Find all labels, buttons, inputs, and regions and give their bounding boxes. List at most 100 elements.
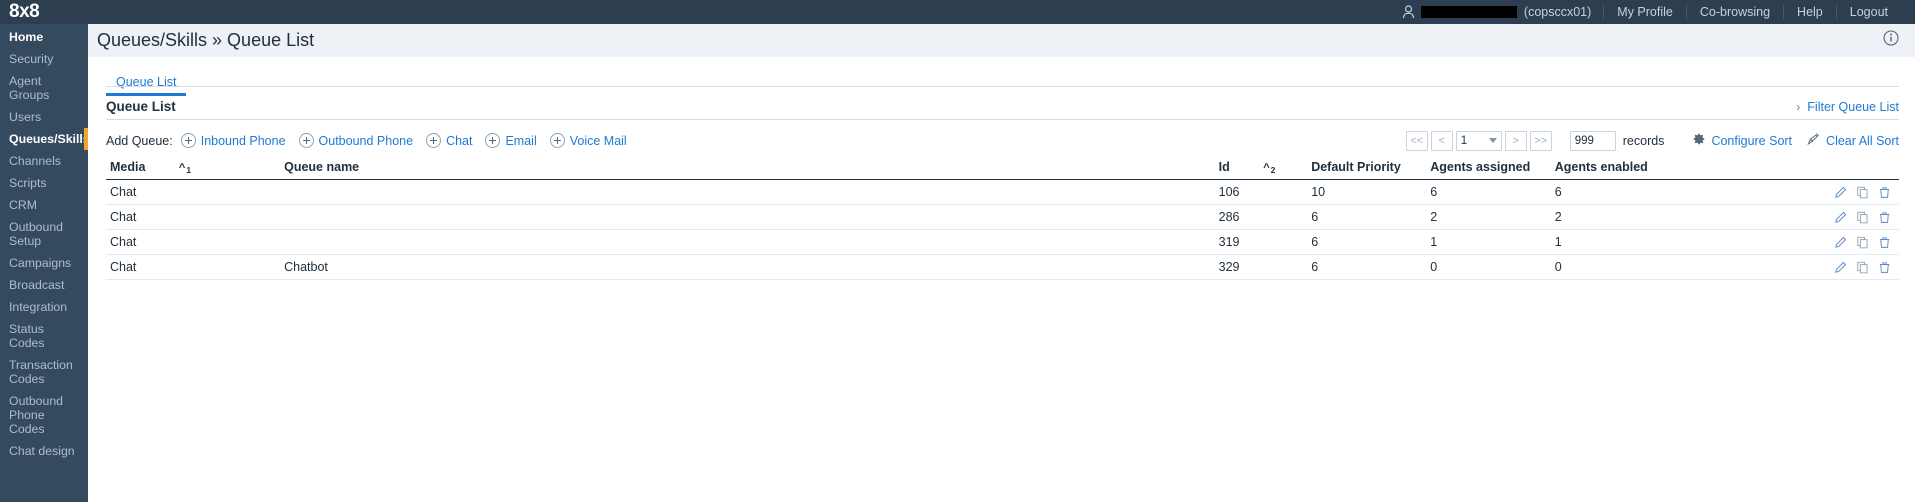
sidebar-item-integration[interactable]: Integration bbox=[0, 296, 88, 318]
plus-circle-icon bbox=[298, 133, 314, 148]
cell-media: Chat bbox=[106, 229, 281, 255]
configure-sort-button[interactable]: Configure Sort bbox=[1692, 132, 1792, 149]
add-inbound-phone-button[interactable]: Inbound Phone bbox=[180, 133, 286, 148]
filter-queue-list-link[interactable]: Filter Queue List bbox=[1807, 100, 1899, 114]
nav-my-profile[interactable]: My Profile bbox=[1604, 5, 1686, 19]
table-row[interactable]: Chat Chatbot 329 6 0 0 bbox=[106, 254, 1899, 280]
configure-sort-label: Configure Sort bbox=[1711, 133, 1793, 148]
delete-trash-icon[interactable] bbox=[1878, 236, 1891, 249]
column-header-agents-enabled[interactable]: Agents enabled bbox=[1550, 157, 1802, 180]
user-icon bbox=[1402, 5, 1415, 19]
cell-agents-enabled: 2 bbox=[1550, 204, 1802, 230]
sidebar-item-users[interactable]: Users bbox=[0, 106, 88, 128]
cell-media: Chat bbox=[106, 254, 281, 280]
copy-icon[interactable] bbox=[1856, 261, 1869, 274]
table-row[interactable]: Chat 286 6 2 2 bbox=[106, 204, 1899, 230]
records-count-input[interactable] bbox=[1569, 130, 1616, 151]
panel-header-actions: › Filter Queue List bbox=[1796, 100, 1899, 114]
gear-icon bbox=[1692, 132, 1706, 149]
user-account[interactable]: (copsccx01) bbox=[1402, 5, 1603, 19]
table-row[interactable]: Chat 106 10 6 6 bbox=[106, 179, 1899, 205]
add-voice-mail-button[interactable]: Voice Mail bbox=[549, 133, 627, 148]
plus-circle-icon bbox=[426, 133, 442, 148]
copy-icon[interactable] bbox=[1856, 186, 1869, 199]
chevron-down-icon bbox=[1488, 138, 1497, 143]
pagination-controls: << < 1 > >> records bbox=[1405, 130, 1899, 151]
sidebar-item-status-codes[interactable]: Status Codes bbox=[0, 318, 88, 354]
sidebar-item-broadcast[interactable]: Broadcast bbox=[0, 274, 88, 296]
sidebar-item-transaction-codes[interactable]: Transaction Codes bbox=[0, 354, 88, 390]
column-header-media[interactable]: Media ^1 bbox=[106, 157, 281, 180]
queue-list-panel: Queue List › Filter Queue List Add Queue… bbox=[106, 99, 1899, 280]
column-label-default-priority: Default Priority bbox=[1311, 160, 1401, 174]
panel-header: Queue List › Filter Queue List bbox=[106, 99, 1899, 120]
column-header-queue-name[interactable]: Queue name bbox=[280, 157, 1215, 180]
cell-actions bbox=[1801, 179, 1899, 205]
cell-id: 106 bbox=[1214, 179, 1308, 205]
pager-first-button[interactable]: << bbox=[1405, 130, 1428, 151]
column-header-actions bbox=[1801, 157, 1899, 180]
delete-trash-icon[interactable] bbox=[1878, 261, 1891, 274]
add-chat-button[interactable]: Chat bbox=[426, 133, 472, 148]
pager-last-button[interactable]: >> bbox=[1529, 130, 1552, 151]
clear-all-sort-button[interactable]: Clear All Sort bbox=[1806, 132, 1899, 149]
edit-pencil-icon[interactable] bbox=[1834, 211, 1847, 224]
sidebar-item-outbound-phone-codes[interactable]: Outbound Phone Codes bbox=[0, 390, 88, 440]
sort-indicator-id: ^2 bbox=[1263, 162, 1276, 175]
cell-agents-enabled: 1 bbox=[1550, 229, 1802, 255]
copy-icon[interactable] bbox=[1856, 236, 1869, 249]
sidebar-item-campaigns[interactable]: Campaigns bbox=[0, 252, 88, 274]
app-root: 8x8 (copsccx01) My Profile Co-browsing H… bbox=[0, 0, 1915, 502]
column-label-agents-enabled: Agents enabled bbox=[1554, 160, 1648, 174]
sidebar-item-channels[interactable]: Channels bbox=[0, 150, 88, 172]
delete-trash-icon[interactable] bbox=[1878, 211, 1891, 224]
cell-agents-assigned: 2 bbox=[1426, 204, 1551, 230]
edit-pencil-icon[interactable] bbox=[1834, 261, 1847, 274]
add-outbound-phone-button[interactable]: Outbound Phone bbox=[298, 133, 414, 148]
table-header: Media ^1 Queue name Id ^2 Default Priori… bbox=[106, 157, 1899, 180]
copy-icon[interactable] bbox=[1856, 211, 1869, 224]
sidebar-item-queues-skills[interactable]: Queues/Skills bbox=[0, 128, 90, 150]
cell-agents-enabled: 6 bbox=[1550, 179, 1802, 205]
cell-agents-enabled: 0 bbox=[1550, 254, 1802, 280]
queue-list-table: Media ^1 Queue name Id ^2 Default Priori… bbox=[106, 157, 1899, 280]
sidebar-item-scripts[interactable]: Scripts bbox=[0, 172, 88, 194]
tab-underline bbox=[106, 86, 1899, 87]
sidebar-item-chat-design[interactable]: Chat design bbox=[0, 440, 88, 462]
pager-prev-button[interactable]: < bbox=[1430, 130, 1453, 151]
nav-co-browsing[interactable]: Co-browsing bbox=[1687, 5, 1783, 19]
column-header-id[interactable]: Id ^2 bbox=[1214, 157, 1308, 180]
sort-order-media: 1 bbox=[186, 165, 192, 175]
sidebar-item-crm[interactable]: CRM bbox=[0, 194, 88, 216]
edit-pencil-icon[interactable] bbox=[1834, 186, 1847, 199]
cell-agents-assigned: 0 bbox=[1426, 254, 1551, 280]
add-outbound-phone-label: Outbound Phone bbox=[318, 133, 414, 148]
table-body: Chat 106 10 6 6 Chat 286 6 2 2 Chat 319 … bbox=[106, 179, 1899, 280]
nav-help[interactable]: Help bbox=[1784, 5, 1836, 19]
queue-toolbar: Add Queue: Inbound Phone Outbound Phone … bbox=[106, 127, 1899, 154]
nav-logout[interactable]: Logout bbox=[1837, 5, 1901, 19]
info-icon[interactable] bbox=[1883, 30, 1899, 51]
sidebar-item-outbound-setup[interactable]: Outbound Setup bbox=[0, 216, 88, 252]
pager-next-button[interactable]: > bbox=[1504, 130, 1527, 151]
column-label-id: Id bbox=[1218, 160, 1230, 174]
sidebar-item-agent-groups[interactable]: Agent Groups bbox=[0, 70, 88, 106]
cell-id: 329 bbox=[1214, 254, 1308, 280]
delete-trash-icon[interactable] bbox=[1878, 186, 1891, 199]
add-email-button[interactable]: Email bbox=[485, 133, 537, 148]
column-label-media: Media bbox=[110, 160, 146, 174]
column-header-default-priority[interactable]: Default Priority bbox=[1307, 157, 1427, 180]
cell-queue-name bbox=[280, 179, 1215, 205]
sidebar-item-security[interactable]: Security bbox=[0, 48, 88, 70]
cell-media: Chat bbox=[106, 179, 281, 205]
column-header-agents-assigned[interactable]: Agents assigned bbox=[1426, 157, 1551, 180]
cell-default-priority: 6 bbox=[1307, 229, 1427, 255]
sort-indicator-media: ^1 bbox=[178, 162, 192, 175]
sidebar-item-home[interactable]: Home bbox=[0, 26, 88, 48]
chevron-right-icon[interactable]: › bbox=[1796, 100, 1800, 114]
edit-pencil-icon[interactable] bbox=[1834, 236, 1847, 249]
column-label-queue-name: Queue name bbox=[284, 160, 360, 174]
pager-page-select[interactable]: 1 bbox=[1455, 130, 1502, 151]
brand-logo[interactable]: 8x8 bbox=[0, 0, 88, 24]
table-row[interactable]: Chat 319 6 1 1 bbox=[106, 229, 1899, 255]
